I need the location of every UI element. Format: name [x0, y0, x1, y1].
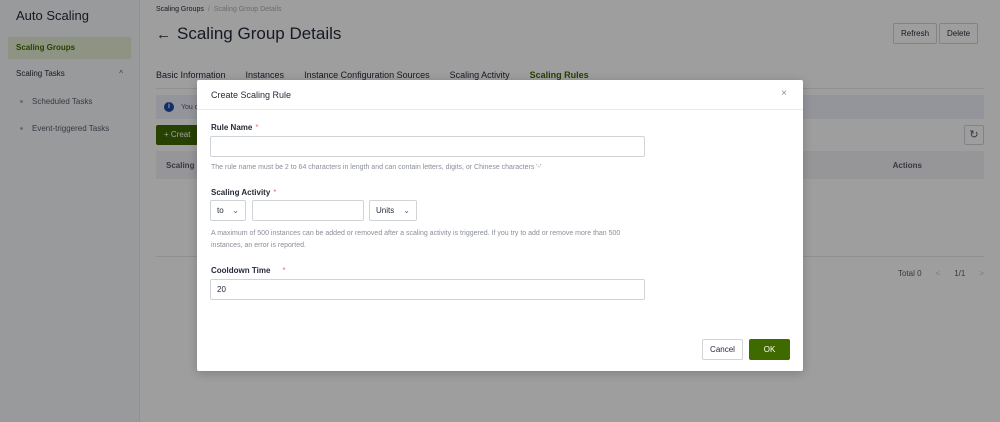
- scaling-activity-hint: A maximum of 500 instances can be added …: [211, 230, 621, 249]
- rule-name-label-text: Rule Name: [211, 123, 253, 132]
- required-marker: *: [255, 123, 259, 132]
- cooldown-time-input[interactable]: 20: [210, 279, 645, 300]
- scaling-amount-input[interactable]: [252, 200, 364, 221]
- scaling-unit-value: Units: [376, 206, 395, 215]
- cooldown-time-label: Cooldown Time *: [211, 266, 286, 275]
- scaling-direction-select[interactable]: to ⌄: [210, 200, 246, 221]
- rule-name-input[interactable]: [210, 136, 645, 157]
- chevron-down-icon: ⌄: [232, 206, 239, 215]
- dialog-title: Create Scaling Rule: [211, 90, 292, 100]
- scaling-activity-label-text: Scaling Activity: [211, 188, 271, 197]
- cooldown-time-label-text: Cooldown Time: [211, 266, 271, 275]
- required-marker: *: [282, 266, 286, 275]
- scaling-direction-value: to: [217, 206, 224, 215]
- close-icon[interactable]: ×: [781, 88, 787, 99]
- scaling-unit-select[interactable]: Units ⌄: [369, 200, 417, 221]
- rule-name-label: Rule Name *: [211, 123, 258, 132]
- scaling-activity-label: Scaling Activity *: [211, 188, 276, 197]
- chevron-down-icon: ⌄: [403, 206, 410, 215]
- ok-button[interactable]: OK: [749, 339, 790, 360]
- create-scaling-rule-dialog: Create Scaling Rule × Rule Name * The rul…: [197, 80, 803, 371]
- dialog-header: Create Scaling Rule ×: [197, 80, 803, 110]
- required-marker: *: [273, 188, 277, 197]
- cancel-button[interactable]: Cancel: [702, 339, 743, 360]
- rule-name-hint: The rule name must be 2 to 64 characters…: [211, 164, 542, 171]
